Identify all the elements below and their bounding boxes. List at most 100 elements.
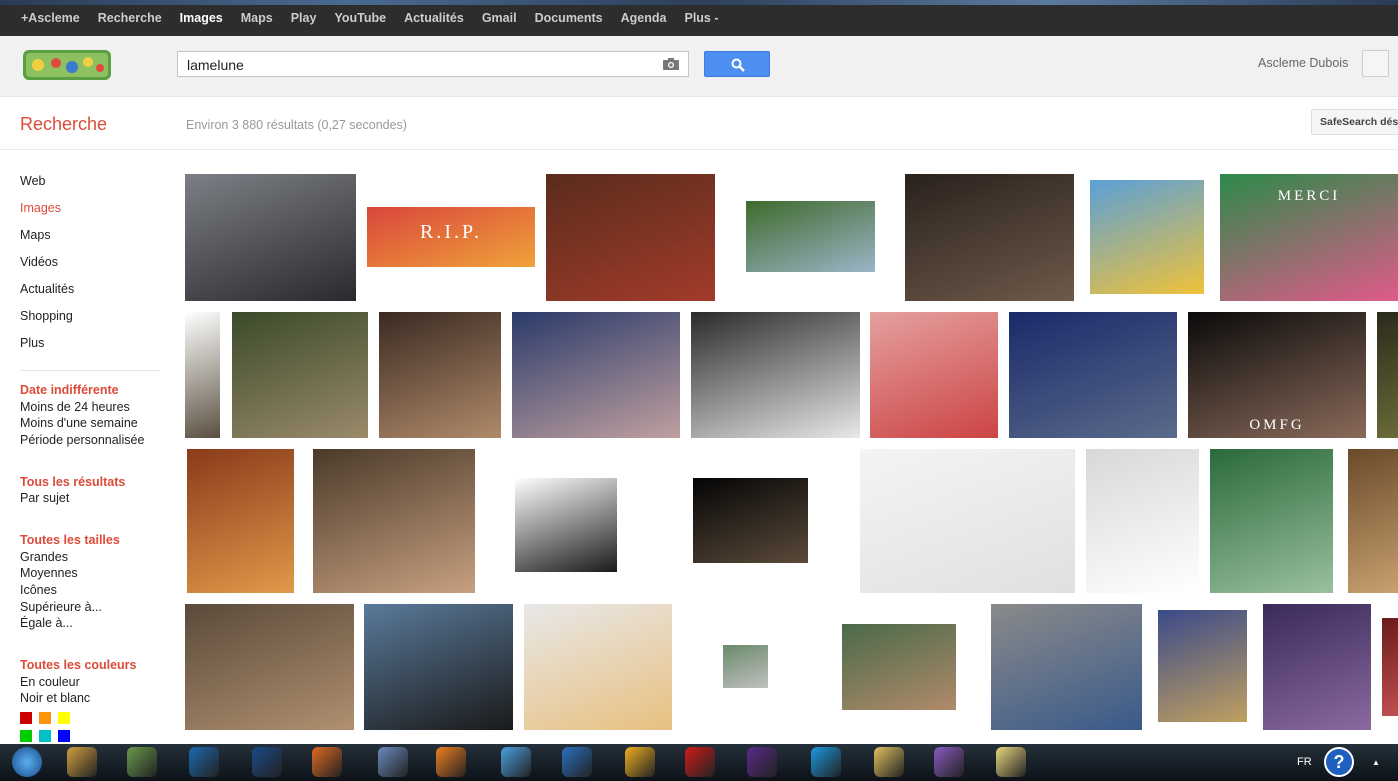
thumb-woman-question[interactable] — [870, 312, 998, 438]
search-input[interactable] — [187, 56, 647, 73]
nav-maps[interactable]: Maps — [20, 228, 51, 242]
filter-size-icons[interactable]: Icônes — [20, 583, 57, 597]
photoshop-icon[interactable] — [252, 747, 282, 777]
filter-results-heading[interactable]: Tous les résultats — [20, 475, 125, 489]
camera-icon[interactable] — [663, 58, 679, 70]
thumb-video-still[interactable] — [693, 478, 808, 563]
calculator-icon[interactable] — [378, 747, 408, 777]
thumb-dark-hair[interactable] — [515, 478, 617, 572]
firefox-icon[interactable] — [312, 747, 342, 777]
safesearch-button[interactable]: SafeSearch dés — [1311, 109, 1398, 135]
thumb-couple[interactable] — [991, 604, 1142, 730]
thumb-old-woman[interactable] — [379, 312, 501, 438]
filter-date-24h[interactable]: Moins de 24 heures — [20, 400, 130, 414]
thunderbird-icon[interactable] — [501, 747, 531, 777]
tray-arrow-icon[interactable]: ▲ — [1372, 758, 1380, 767]
thumb-basketball[interactable] — [691, 312, 860, 438]
nav-shopping[interactable]: Shopping — [20, 309, 73, 323]
nav-images[interactable]: Images — [20, 201, 61, 215]
filter-date-custom[interactable]: Période personnalisée — [20, 433, 144, 447]
thumb-small-boy[interactable] — [723, 645, 768, 688]
filter-size-larger-than[interactable]: Supérieure à... — [20, 600, 102, 614]
color-swatch[interactable] — [39, 712, 51, 724]
filter-size-exact[interactable]: Égale à... — [20, 616, 73, 630]
topnav-plus[interactable]: Plus - — [684, 11, 718, 25]
search-button[interactable] — [704, 51, 770, 77]
topnav-gmail[interactable]: Gmail — [482, 11, 517, 25]
media-player-icon[interactable] — [127, 747, 157, 777]
thumb-wizard-room[interactable] — [905, 174, 1074, 301]
topnav-play[interactable]: Play — [291, 11, 317, 25]
thumb-stone-arch[interactable] — [185, 604, 354, 730]
hat-icon[interactable] — [747, 747, 777, 777]
thumb-boy-garden[interactable] — [746, 201, 875, 272]
language-indicator[interactable]: FR — [1297, 756, 1312, 768]
color-swatch[interactable] — [58, 712, 70, 724]
topnav-actualites[interactable]: Actualités — [404, 11, 464, 25]
nav-web[interactable]: Web — [20, 174, 45, 188]
thumb-bearded-man[interactable] — [313, 449, 475, 593]
thumb-sword[interactable] — [185, 312, 220, 438]
thumb-warrior[interactable] — [1348, 449, 1398, 593]
topnav-documents[interactable]: Documents — [535, 11, 603, 25]
thumb-redhead[interactable] — [187, 449, 294, 593]
avast-icon[interactable] — [436, 747, 466, 777]
nav-plus[interactable]: Plus — [20, 336, 44, 350]
thumb-router-2[interactable] — [1086, 449, 1199, 593]
thumb-omfg[interactable]: OMFG — [1188, 312, 1366, 438]
thumb-cartoon[interactable] — [512, 312, 680, 438]
filter-size-medium[interactable]: Moyennes — [20, 566, 78, 580]
start-orb[interactable] — [12, 747, 42, 777]
hp-icon[interactable] — [189, 747, 219, 777]
filter-date-heading[interactable]: Date indifférente — [20, 383, 119, 397]
nav-actualites[interactable]: Actualités — [20, 282, 74, 296]
thumb-footballer[interactable] — [1009, 312, 1177, 438]
messenger-icon[interactable] — [996, 747, 1026, 777]
color-swatch[interactable] — [58, 730, 70, 742]
thumb-archer[interactable] — [232, 312, 368, 438]
topnav-agenda[interactable]: Agenda — [621, 11, 667, 25]
thumb-man-street[interactable] — [185, 174, 356, 301]
thumb-boy-merci[interactable]: MERCI — [1220, 174, 1398, 301]
thumb-game-char[interactable] — [1263, 604, 1371, 730]
game-icon[interactable] — [625, 747, 655, 777]
pen-icon[interactable] — [67, 747, 97, 777]
mail-icon[interactable] — [562, 747, 592, 777]
filter-color-bw[interactable]: Noir et blanc — [20, 691, 90, 705]
topnav-recherche[interactable]: Recherche — [98, 11, 162, 25]
topnav-maps[interactable]: Maps — [241, 11, 273, 25]
topnav-plus-ascleme[interactable]: +Ascleme — [21, 11, 80, 25]
filter-by-subject[interactable]: Par sujet — [20, 491, 69, 505]
opera-icon[interactable] — [685, 747, 715, 777]
filter-color-heading[interactable]: Toutes les couleurs — [20, 658, 136, 672]
thumb-partial-row2[interactable] — [1377, 312, 1398, 438]
topnav-images[interactable]: Images — [180, 11, 223, 25]
filter-size-large[interactable]: Grandes — [20, 550, 68, 564]
account-name[interactable]: Ascleme Dubois — [1258, 56, 1348, 70]
thumb-pokemon[interactable] — [1090, 180, 1204, 294]
thumb-rip-banner[interactable]: R.I.P. — [367, 207, 535, 267]
thumb-painting[interactable] — [1158, 610, 1247, 722]
explorer-icon[interactable] — [874, 747, 904, 777]
share-button[interactable] — [1362, 50, 1389, 77]
search-icon — [731, 58, 745, 72]
thumb-chameleon[interactable] — [1210, 449, 1333, 593]
filter-size-heading[interactable]: Toutes les tailles — [20, 533, 120, 547]
nav-videos[interactable]: Vidéos — [20, 255, 58, 269]
thumb-bathtub[interactable] — [524, 604, 672, 730]
paint-icon[interactable] — [934, 747, 964, 777]
topnav-youtube[interactable]: YouTube — [334, 11, 386, 25]
thumb-two-women[interactable] — [364, 604, 513, 730]
filter-color-full[interactable]: En couleur — [20, 675, 80, 689]
filter-date-week[interactable]: Moins d'une semaine — [20, 416, 138, 430]
google-doodle-logo[interactable] — [22, 47, 112, 83]
thumb-partial-row4[interactable] — [1382, 618, 1398, 716]
thumb-boy-cake[interactable] — [546, 174, 715, 301]
skype-icon[interactable] — [811, 747, 841, 777]
thumb-router-1[interactable] — [860, 449, 1075, 593]
color-swatch[interactable] — [20, 712, 32, 724]
help-icon[interactable]: ? — [1324, 747, 1354, 777]
color-swatch[interactable] — [20, 730, 32, 742]
color-swatch[interactable] — [39, 730, 51, 742]
thumb-cigarette[interactable] — [842, 624, 956, 710]
